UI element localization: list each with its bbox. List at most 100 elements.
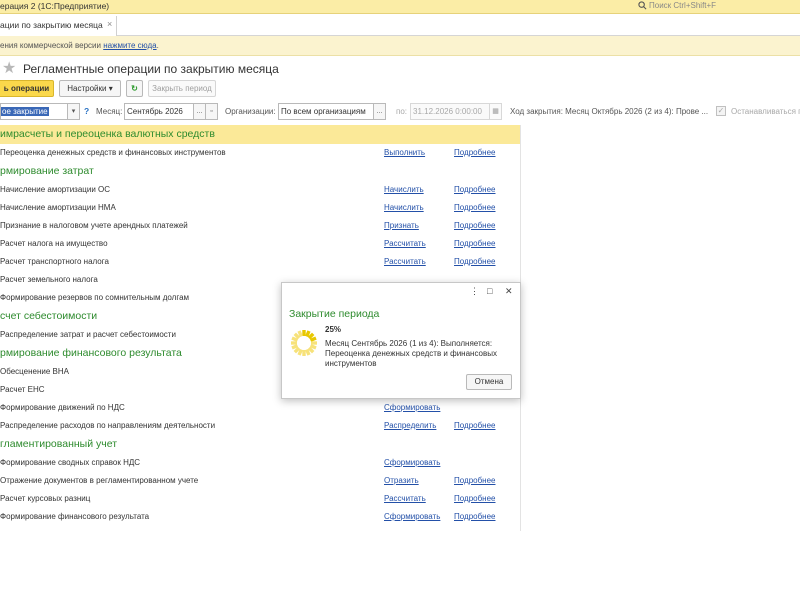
operation-action-link[interactable]: Сформировать — [384, 512, 440, 521]
closing-mode-value[interactable]: ое закрытие — [1, 107, 49, 116]
global-search[interactable]: Поиск Ctrl+Shift+F — [636, 1, 800, 13]
chevron-down-icon[interactable]: ▾ — [67, 103, 80, 120]
infobar-suffix: . — [156, 41, 159, 50]
calendar-icon[interactable]: ▦ — [489, 103, 502, 120]
app-title: ерация 2 (1С:Предприятие) — [0, 1, 110, 11]
refresh-icon[interactable]: ↻ — [126, 80, 143, 97]
operation-details-link[interactable]: Подробнее — [454, 239, 496, 248]
operation-label: Формирование финансового результата — [0, 512, 150, 521]
operation-label: Переоценка денежных средств и финансовых… — [0, 148, 226, 157]
operation-details-link[interactable]: Подробнее — [454, 476, 496, 485]
operation-details-link[interactable]: Подробнее — [454, 512, 496, 521]
infobar-text: ения коммерческой версии нажмите сюда. — [0, 41, 159, 50]
search-placeholder[interactable]: Поиск Ctrl+Shift+F — [649, 1, 716, 10]
spinner-segment — [305, 330, 311, 338]
operation-action-link[interactable]: Рассчитать — [384, 239, 426, 248]
operation-details-link[interactable]: Подробнее — [454, 421, 496, 430]
spinner-segment — [297, 330, 303, 338]
operation-row: Формирование сводных справок НДС Сформиро… — [0, 454, 520, 472]
organizations-field[interactable]: По всем организациям — [278, 103, 374, 120]
closing-mode-select[interactable]: ое закрытие — [0, 103, 68, 120]
operation-row: Расчет налога на имущество Рассчитать Подр… — [0, 235, 520, 253]
operation-details-link[interactable]: Подробнее — [454, 494, 496, 503]
organizations-label: Организации: — [225, 107, 276, 116]
group-label: гламентированный учет — [0, 438, 118, 450]
operation-label: Обесценение ВНА — [0, 367, 69, 376]
close-period-button[interactable]: Закрыть период — [148, 80, 216, 97]
settings-button[interactable]: Настройки ▾ — [59, 80, 121, 97]
stop-on-error-checkbox[interactable]: ✓ — [716, 106, 726, 116]
closing-progress-text: Ход закрытия: Месяц Октябрь 2026 (2 из 4… — [510, 107, 709, 116]
operation-label: Начисление амортизации ОС — [0, 185, 111, 194]
group-label: рмирование финансового результата — [0, 347, 182, 359]
group-label: счет себестоимости — [0, 310, 98, 322]
operation-row: Признание в налоговом учете арендных пла… — [0, 217, 520, 235]
operation-details-link[interactable]: Подробнее — [454, 148, 496, 157]
to-date-label: по: — [396, 107, 408, 116]
operation-action-link[interactable]: Рассчитать — [384, 257, 426, 266]
spinner-segment — [291, 336, 299, 342]
operation-label: Распределение расходов по направлениям д… — [0, 421, 216, 430]
operation-label: Начисление амортизации НМА — [0, 203, 116, 212]
operation-label: Отражение документов в регламентированно… — [0, 476, 199, 485]
favorite-star-icon[interactable]: ★ — [2, 58, 16, 78]
operation-action-link[interactable]: Выполнить — [384, 148, 425, 157]
operation-details-link[interactable]: Подробнее — [454, 221, 496, 230]
operation-action-link[interactable]: Сформировать — [384, 458, 440, 467]
operation-action-link[interactable]: Начислить — [384, 203, 424, 212]
toolbar: ь операции Настройки ▾ ↻ Закрыть период — [0, 80, 800, 98]
more-icon[interactable]: ⋮ — [470, 286, 479, 297]
operation-label: Признание в налоговом учете арендных пла… — [0, 221, 188, 230]
spinner-segment — [307, 346, 315, 354]
help-icon[interactable]: ? — [84, 106, 89, 116]
operation-row: Расчет курсовых разниц Рассчитать Подробне… — [0, 490, 520, 508]
group-label: имрасчеты и переоценка валютных средств — [0, 128, 215, 140]
operation-action-link[interactable]: Признать — [384, 221, 419, 230]
spinner-segment — [293, 332, 301, 340]
to-date-field[interactable]: 31.12.2026 0:00:00 — [410, 103, 490, 120]
spinner-segment — [309, 344, 317, 350]
form-header: ★ Регламентные операции по закрытию меся… — [0, 58, 800, 78]
operation-row: Начисление амортизации НМА Начислить Подро… — [0, 199, 520, 217]
spinner-segment — [305, 348, 311, 356]
operation-action-link[interactable]: Рассчитать — [384, 494, 426, 503]
chevron-down-icon: ▾ — [108, 84, 113, 93]
tab-close-icon[interactable]: × — [107, 19, 112, 29]
filter-bar: ое закрытие ▾ ? Месяц: Сентябрь 2026 ...… — [0, 103, 800, 121]
progress-spinner-icon — [290, 329, 318, 359]
group-header: имрасчеты и переоценка валютных средств — [0, 125, 520, 144]
window-titlebar: ерация 2 (1С:Предприятие) Поиск Ctrl+Shi… — [0, 0, 800, 14]
operation-action-link[interactable]: Отразить — [384, 476, 419, 485]
close-period-dialog: ⋮ □ ✕ Закрытие периода 25% Месяц Сентябр… — [281, 282, 521, 399]
stop-on-error-label: Останавливаться при — [731, 107, 800, 116]
group-label: рмирование затрат — [0, 165, 94, 177]
operation-label: Расчет ЕНС — [0, 385, 45, 394]
page-title: Регламентные операции по закрытию месяца — [23, 62, 279, 76]
operation-action-link[interactable]: Начислить — [384, 185, 424, 194]
infobar-link[interactable]: нажмите сюда — [103, 41, 156, 50]
cancel-button[interactable]: Отмена — [466, 374, 512, 390]
month-field[interactable]: Сентябрь 2026 — [124, 103, 194, 120]
spinner-segment — [293, 346, 301, 354]
dialog-title: Закрытие периода — [289, 308, 380, 320]
operation-details-link[interactable]: Подробнее — [454, 185, 496, 194]
license-infobar: ения коммерческой версии нажмите сюда. — [0, 36, 800, 56]
month-clear-button[interactable]: ▫ — [205, 103, 218, 120]
close-icon[interactable]: ✕ — [505, 286, 513, 297]
operation-row: Распределение расходов по направлениям д… — [0, 417, 520, 435]
organizations-select-button[interactable]: ... — [373, 103, 386, 120]
operation-action-link[interactable]: Сформировать — [384, 403, 440, 412]
operation-label: Расчет транспортного налога — [0, 257, 109, 266]
spinner-segment — [291, 344, 299, 350]
run-operations-button[interactable]: ь операции — [0, 80, 54, 97]
tab-label[interactable]: ации по закрытию месяца — [0, 20, 103, 30]
spinner-segment — [309, 336, 317, 342]
tab-month-close[interactable]: ации по закрытию месяца × — [0, 16, 117, 36]
operation-action-link[interactable]: Распределить — [384, 421, 436, 430]
group-header: рмирование затрат — [0, 162, 520, 181]
operation-label: Распределение затрат и расчет себестоимо… — [0, 330, 176, 339]
operation-row: Переоценка денежных средств и финансовых… — [0, 144, 520, 162]
operation-details-link[interactable]: Подробнее — [454, 203, 496, 212]
maximize-icon[interactable]: □ — [487, 286, 492, 296]
operation-details-link[interactable]: Подробнее — [454, 257, 496, 266]
